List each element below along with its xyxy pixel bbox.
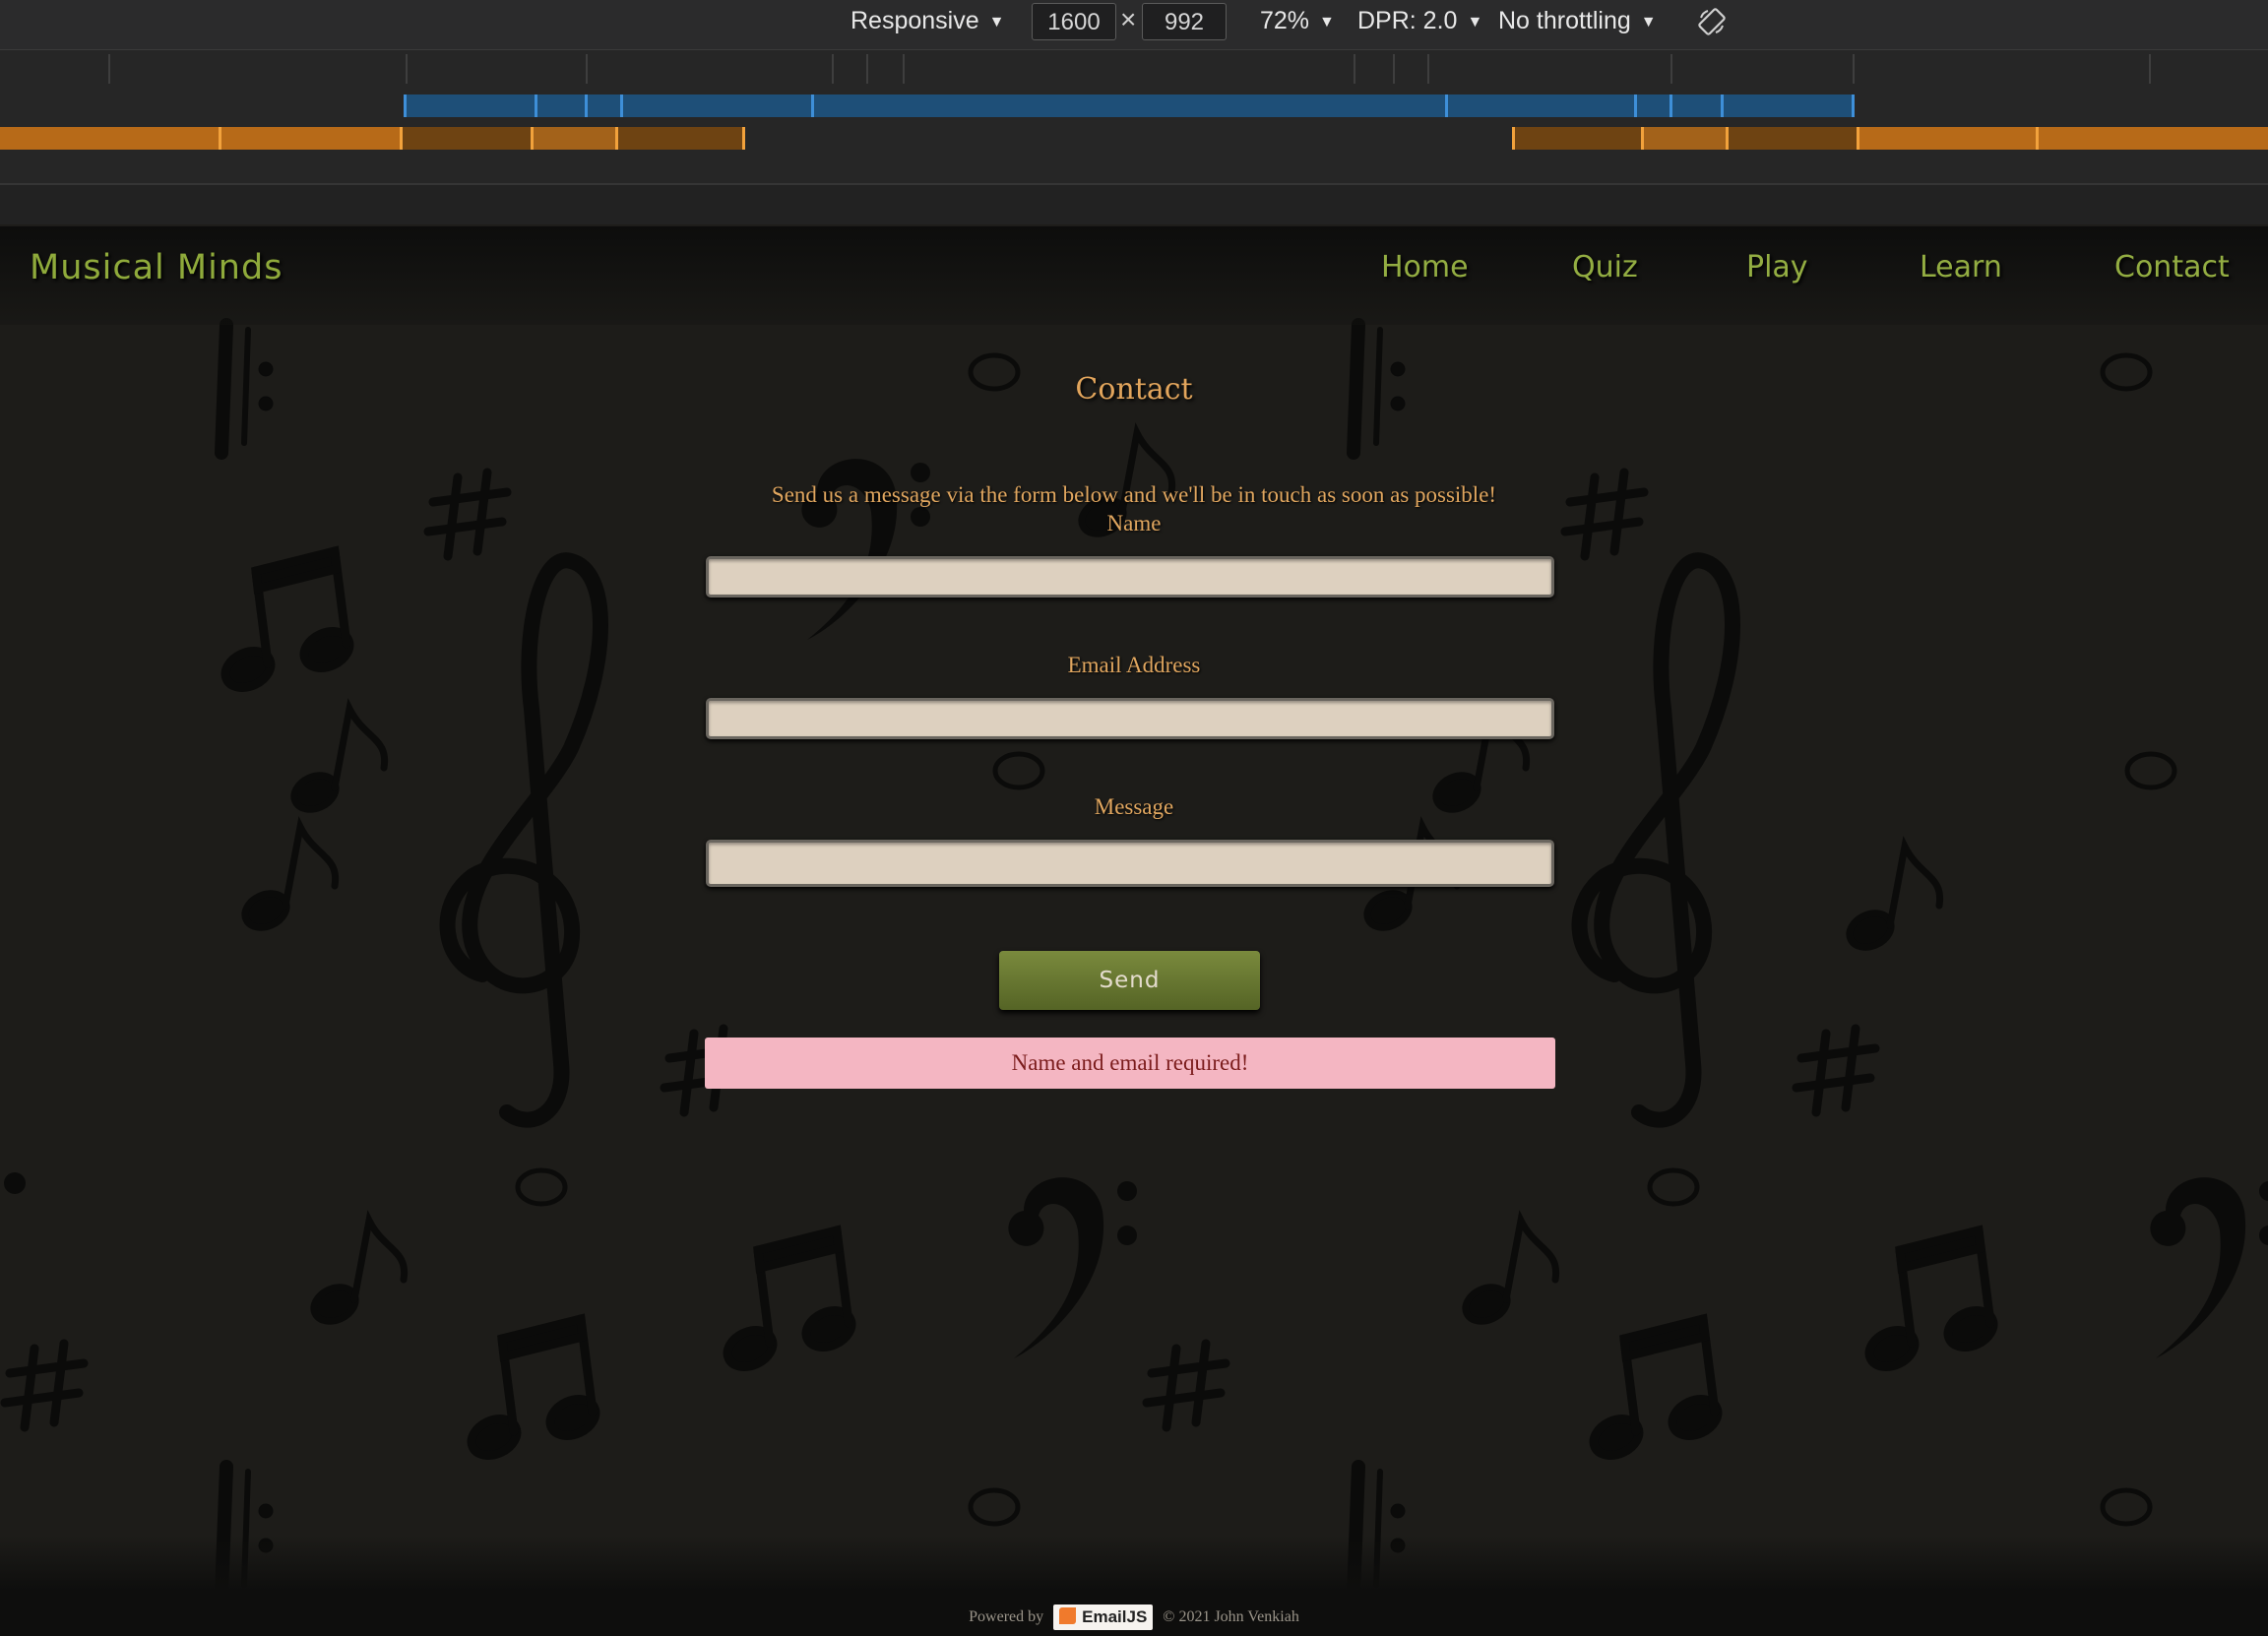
mq-orange-tick[interactable] (1726, 127, 1729, 150)
powered-by-text: Powered by (969, 1608, 1044, 1625)
navbar: Musical Minds Home Quiz Play Learn Conta… (0, 226, 2268, 325)
mq-tick (406, 54, 408, 84)
mq-tick (1670, 54, 1672, 84)
device-label: Responsive (850, 7, 979, 34)
nav-quiz[interactable]: Quiz (1572, 250, 1638, 284)
mq-max-width-bar[interactable] (404, 94, 1855, 117)
nav-home[interactable]: Home (1381, 250, 1469, 284)
footer-line: Powered by EmailJS © 2021 John Venkiah (0, 1605, 2268, 1630)
mq-tick (1427, 54, 1429, 84)
throttling-label: No throttling (1498, 7, 1631, 34)
zoom-label: 72% (1260, 7, 1310, 34)
mq-blue-tick[interactable] (1445, 94, 1448, 117)
zoom-caret-icon: ▼ (1319, 14, 1335, 31)
mq-blue-tick[interactable] (620, 94, 623, 117)
mq-orange-tick[interactable] (400, 127, 403, 150)
mq-blue-tick[interactable] (585, 94, 588, 117)
mq-tick (586, 54, 588, 84)
zoom-select[interactable]: 72% ▼ (1260, 0, 1335, 41)
mq-orange-tick[interactable] (1512, 127, 1515, 150)
mq-blue-tick[interactable] (1721, 94, 1724, 117)
mq-tick (866, 54, 868, 84)
mq-orange-tick[interactable] (1641, 127, 1644, 150)
devtools-toolbar: Responsive ▼ 1600 × 992 72% ▼ DPR: 2.0 ▼ No… (0, 0, 2268, 50)
mq-blue-tick[interactable] (404, 94, 407, 117)
page-viewport: Musical Minds Home Quiz Play Learn Conta… (0, 226, 2268, 1636)
footer: Powered by EmailJS © 2021 John Venkiah (0, 1536, 2268, 1636)
name-label: Name (1106, 511, 1162, 535)
email-label: Email Address (1067, 653, 1201, 677)
mq-blue-tick[interactable] (1670, 94, 1672, 117)
dpr-caret-icon: ▼ (1467, 14, 1483, 31)
error-alert: Name and email required! (705, 1038, 1555, 1089)
emailjs-label: EmailJS (1082, 1607, 1148, 1626)
music-notes-background (0, 226, 2268, 1636)
mq-tick (903, 54, 905, 84)
mq-blue-tick[interactable] (1852, 94, 1855, 117)
nav-contact[interactable]: Contact (2114, 250, 2230, 284)
throttling-select[interactable]: No throttling ▼ (1498, 0, 1657, 41)
intro-text: Send us a message via the form below and… (771, 482, 1497, 507)
mq-blue-tick[interactable] (535, 94, 537, 117)
mq-tick (2149, 54, 2151, 84)
nav-play[interactable]: Play (1746, 250, 1808, 284)
width-input[interactable]: 1600 (1032, 3, 1116, 40)
nav-learn[interactable]: Learn (1920, 250, 2002, 284)
email-input[interactable] (706, 698, 1554, 739)
message-label: Message (1094, 794, 1174, 819)
throttling-caret-icon: ▼ (1640, 14, 1657, 31)
emailjs-badge[interactable]: EmailJS (1053, 1605, 1154, 1630)
copyright-text: © 2021 John Venkiah (1163, 1608, 1299, 1625)
emailjs-logo-icon (1059, 1607, 1077, 1624)
name-input[interactable] (706, 556, 1554, 598)
mq-orange-tick[interactable] (1857, 127, 1859, 150)
media-query-bars (0, 50, 2268, 188)
mq-orange-left[interactable] (0, 127, 745, 150)
mq-min-width-bar[interactable] (0, 127, 2268, 150)
site-brand[interactable]: Musical Minds (30, 248, 283, 287)
mq-orange-tick[interactable] (2036, 127, 2039, 150)
device-select[interactable]: Responsive ▼ (850, 0, 1004, 41)
ruler-area (0, 185, 2268, 224)
message-textarea[interactable] (706, 840, 1554, 887)
mq-orange-tick[interactable] (219, 127, 221, 150)
dpr-label: DPR: 2.0 (1357, 7, 1458, 34)
times-icon: × (1120, 4, 1137, 34)
mq-blue-tick[interactable] (811, 94, 814, 117)
mq-orange-tick[interactable] (531, 127, 534, 150)
device-caret-icon: ▼ (988, 14, 1005, 31)
mq-orange-tick[interactable] (742, 127, 745, 150)
mq-tick (108, 54, 110, 84)
mq-blue-tick[interactable] (1634, 94, 1637, 117)
mq-tick (832, 54, 834, 84)
dpr-select[interactable]: DPR: 2.0 ▼ (1357, 0, 1482, 41)
mq-orange-tick[interactable] (615, 127, 618, 150)
page-title: Contact (1075, 372, 1193, 407)
mq-tick (1853, 54, 1855, 84)
mq-tick (1393, 54, 1395, 84)
rotate-device-icon[interactable] (1697, 7, 1727, 36)
mq-grid-row (0, 54, 2268, 84)
send-button[interactable]: Send (999, 951, 1260, 1010)
mq-tick (1354, 54, 1355, 84)
mq-orange-right[interactable] (1512, 127, 2268, 150)
height-input[interactable]: 992 (1142, 3, 1227, 40)
